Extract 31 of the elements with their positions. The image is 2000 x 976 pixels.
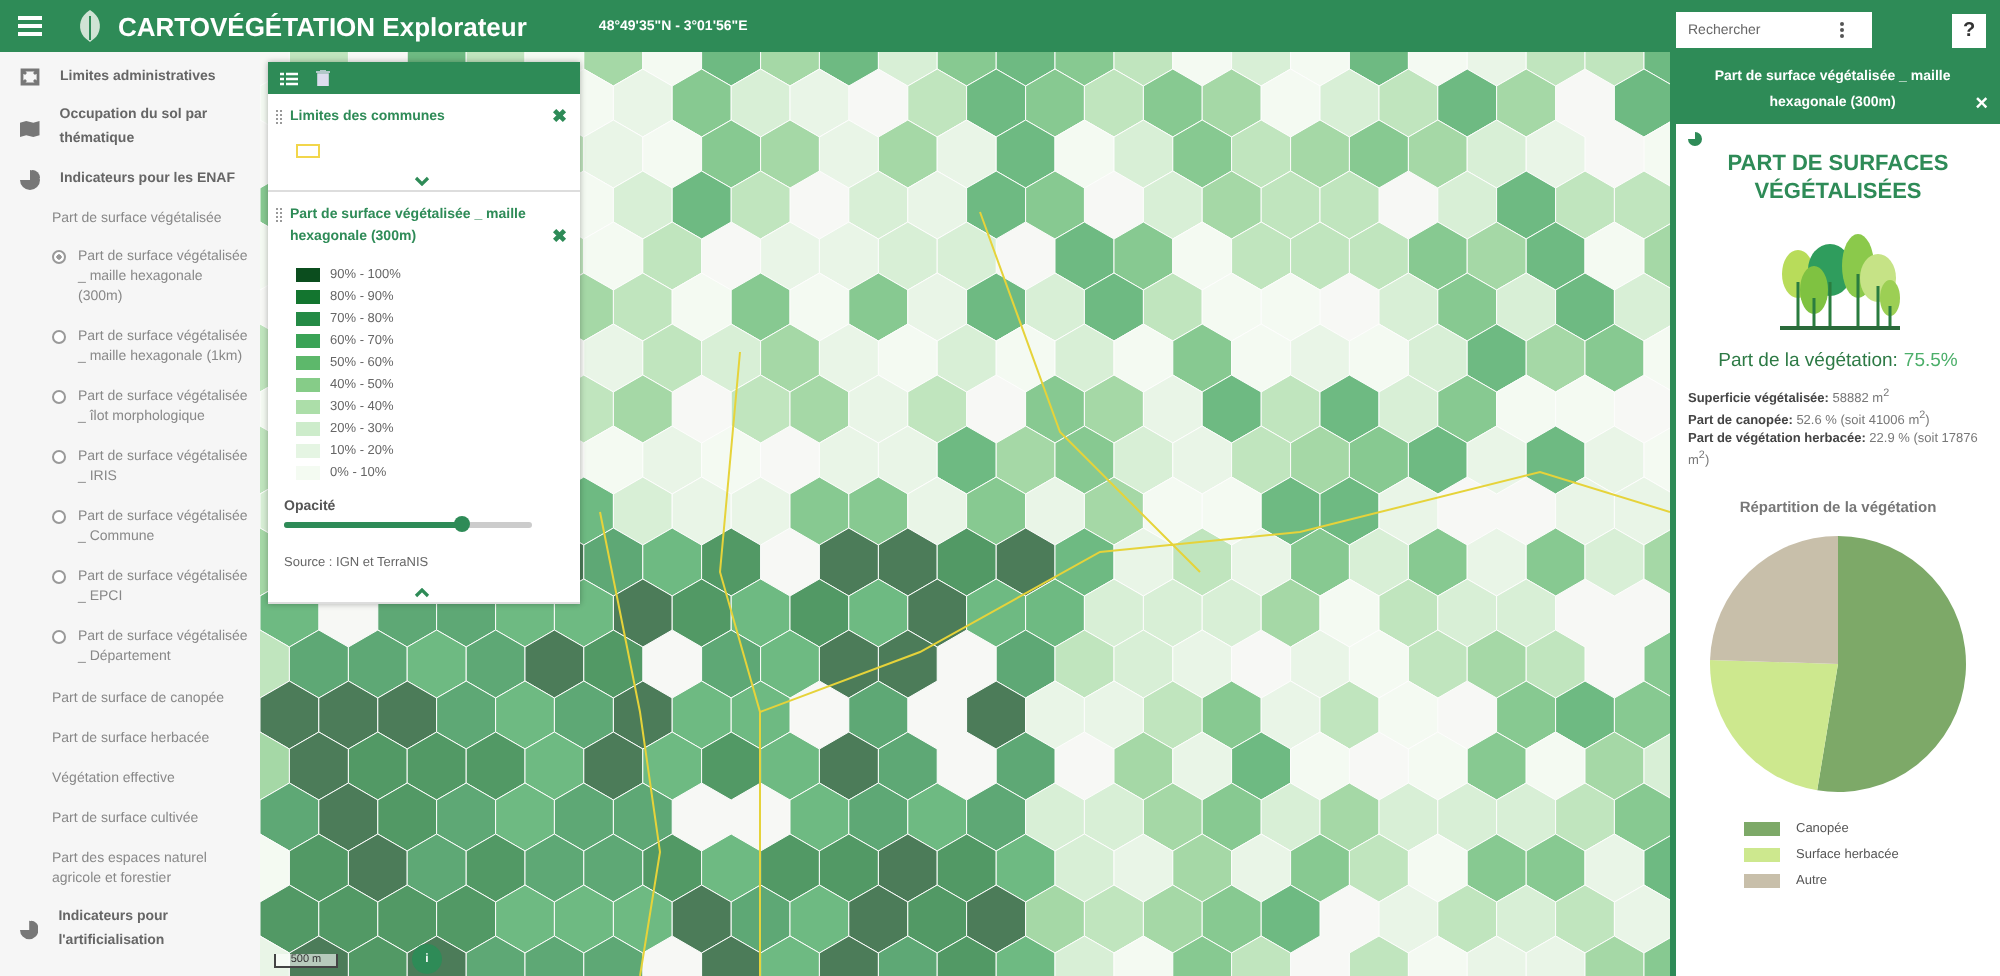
legend-swatch <box>1744 822 1780 837</box>
pie-chart-icon <box>1688 132 1702 146</box>
drag-handle-icon[interactable] <box>276 208 282 222</box>
radio-button[interactable] <box>52 630 66 644</box>
vegetation-share: Part de la végétation: 75.5% <box>1716 350 1960 372</box>
frame-icon <box>20 68 40 86</box>
panel-title: PART DE SURFACES VÉGÉTALISÉES <box>1725 150 1951 206</box>
radio-button[interactable] <box>52 450 66 464</box>
remove-layer-button[interactable]: ✖ <box>552 226 568 248</box>
trash-icon[interactable] <box>316 70 330 86</box>
remove-layer-button[interactable]: ✖ <box>552 106 568 128</box>
help-button[interactable]: ? <box>1952 13 1986 47</box>
leaf-logo-icon <box>78 10 102 42</box>
drag-handle-icon[interactable] <box>276 110 282 124</box>
radio-button[interactable] <box>52 510 66 524</box>
legend-swatch <box>1744 874 1780 889</box>
opacity-slider[interactable] <box>284 522 532 528</box>
pie-chart-icon <box>20 169 40 189</box>
radio-button[interactable] <box>52 570 66 584</box>
slider-thumb[interactable] <box>454 516 471 532</box>
radio-button[interactable] <box>52 250 66 264</box>
list-icon[interactable] <box>280 71 298 85</box>
trees-drawing <box>1774 230 1902 334</box>
close-button[interactable]: × <box>1975 94 1988 116</box>
pie-chart-icon <box>20 920 39 940</box>
radio-button[interactable] <box>52 390 66 404</box>
legend-swatch <box>1744 848 1780 863</box>
map-icon <box>20 119 40 137</box>
radio-button[interactable] <box>52 330 66 344</box>
menu-icon[interactable] <box>18 16 42 36</box>
app-title: CARTOVÉGÉTATION Explorateur <box>118 11 527 41</box>
